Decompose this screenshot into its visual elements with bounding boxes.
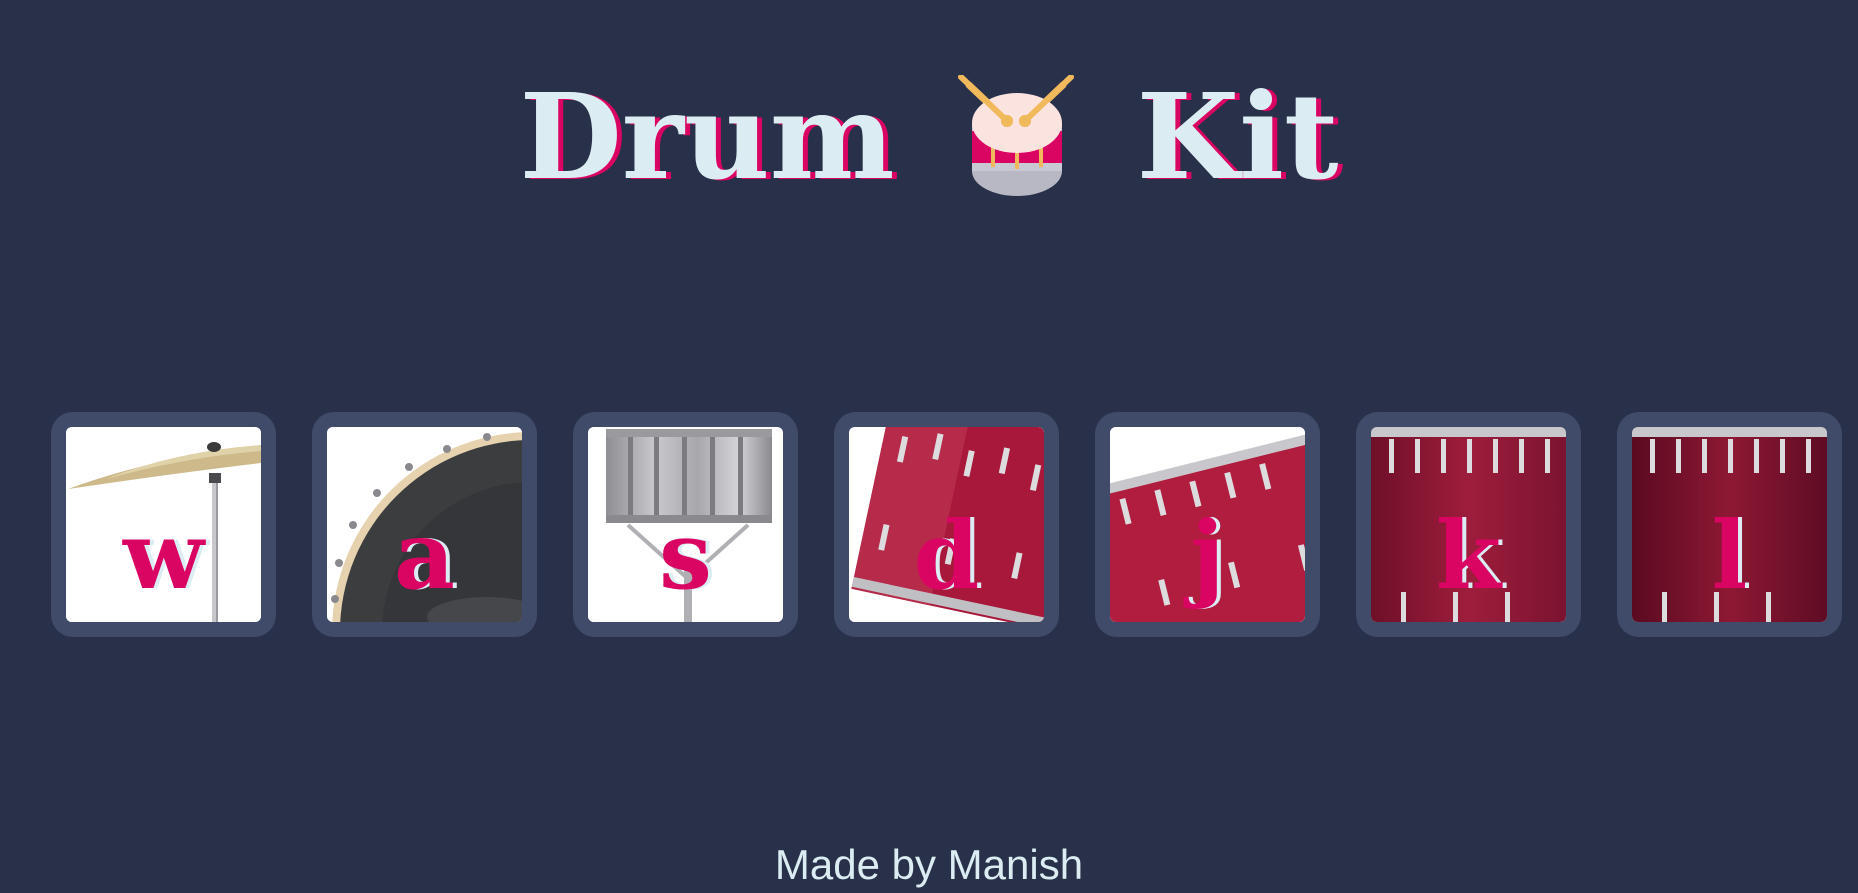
drum-button-w[interactable]: w: [51, 412, 276, 637]
drum-button-d[interactable]: d: [834, 412, 1059, 637]
drum-image-tom-1: d: [849, 427, 1044, 622]
title-word-drum: Drum: [519, 67, 895, 206]
drum-button-a[interactable]: a: [312, 412, 537, 637]
drum-image-tom-4: l: [1632, 427, 1827, 622]
title-word-kit: Kit: [1136, 67, 1339, 206]
drum-button-k[interactable]: k: [1356, 412, 1581, 637]
page-title: Drum Kit: [0, 72, 1858, 202]
drum-image-crash-cymbal: w: [66, 427, 261, 622]
drum-icon: [957, 75, 1074, 196]
drum-button-j[interactable]: j: [1095, 412, 1320, 637]
drum-button-s[interactable]: s: [573, 412, 798, 637]
footer-credit: Made by Manish: [774, 841, 1084, 888]
drum-key-label: j: [1190, 501, 1225, 611]
drum-key-label: s: [659, 501, 712, 611]
drum-key-label: a: [394, 501, 455, 611]
drum-image-tom-2: j: [1110, 427, 1305, 622]
drum-image-kick-bass: a: [327, 427, 522, 622]
drum-key-label: l: [1711, 501, 1748, 611]
drum-key-label: w: [123, 501, 204, 611]
drum-key-label: d: [913, 501, 980, 611]
drum-set: w a s d j k l: [51, 412, 1842, 637]
drum-button-l[interactable]: l: [1617, 412, 1842, 637]
drum-image-tom-3: k: [1371, 427, 1566, 622]
drum-image-snare: s: [588, 427, 783, 622]
drum-key-label: k: [1435, 501, 1502, 611]
